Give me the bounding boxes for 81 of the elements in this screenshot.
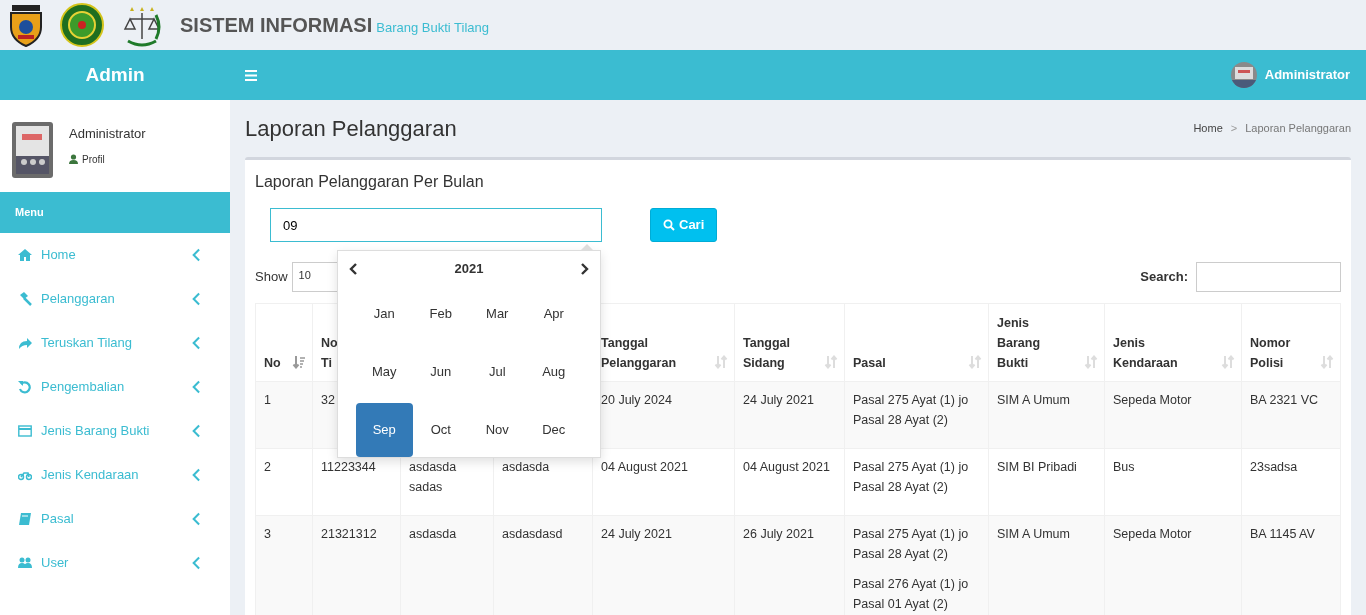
month-option[interactable]: Mar [469,287,526,341]
table-cell: SIM BI Pribadi [997,460,1077,474]
column-header[interactable]: No Ti [321,333,338,373]
table-cell: asdasdasd [502,527,563,541]
table-cell-text: Pasal 275 Ayat (1) jo Pasal 28 Ayat (2) [853,526,970,563]
profile-link[interactable]: Profil [82,151,105,167]
table-cell-text: Pasal 275 Ayat (1) jo Pasal 28 Ayat (2) [853,459,970,496]
month-option[interactable]: Oct [412,403,469,457]
home-icon [18,247,32,262]
column-header[interactable]: No [264,353,281,373]
table-cell: 32 [321,393,335,407]
table-cell: 26 July 2021 [743,527,814,541]
month-option[interactable]: Jun [412,345,469,399]
round-emblem-logo [60,3,104,47]
table-cell: 2 [264,460,271,474]
page-title: Laporan Pelanggaran [245,115,457,143]
month-option[interactable]: Nov [469,403,526,457]
card-title: Laporan Pelanggaran Per Bulan [255,172,485,192]
table-cell: 23sadsa [1250,460,1298,474]
table-cell: asdasda sadas [409,460,457,494]
app-title: SISTEM INFORMASI [180,13,373,38]
share-icon [18,335,32,350]
brand-title: Admin [84,62,146,87]
menu-icon[interactable] [245,69,257,81]
table-cell: 24 July 2021 [601,527,672,541]
search-label: Search: [1140,268,1188,287]
month-option[interactable]: Jan [356,287,413,341]
table-cell: 20 July 2024 [601,393,672,407]
search-field[interactable] [1196,262,1341,292]
book-icon [18,511,32,526]
table-cell: 3 [264,527,271,541]
month-option[interactable]: Jul [469,345,526,399]
sort-icon[interactable] [292,355,306,369]
year-label[interactable]: 2021 [454,259,484,279]
breadcrumb-current: Laporan Pelanggaran [1245,121,1351,137]
app-subtitle: Barang Bukti Tilang [376,19,489,37]
search-icon [663,219,675,231]
table-cell: 04 August 2021 [601,460,688,474]
sort-icon[interactable] [1221,355,1235,369]
month-option[interactable]: Dec [525,403,582,457]
profile-name: Administrator [69,125,146,143]
sort-icon[interactable] [1320,355,1334,369]
month-option[interactable]: Feb [412,287,469,341]
table-cell: Sepeda Motor [1113,527,1192,541]
table-cell: BA 1145 AV [1250,527,1315,541]
table-cell: Bus [1113,460,1135,474]
table-cell: 1 [264,393,271,407]
users-icon [18,555,32,570]
sort-icon[interactable] [714,355,728,369]
previous-icon[interactable] [348,263,358,275]
menu-header: Menu [0,192,230,233]
breadcrumb-separator: > [1230,121,1238,137]
table-cell: asdasda [502,460,550,474]
undo-icon [18,379,32,394]
user-icon [69,154,78,164]
month-option[interactable]: Sep [356,403,413,457]
card-icon [18,423,32,438]
table-cell: Sepeda Motor [1113,393,1192,407]
month-option[interactable]: Apr [525,287,582,341]
show-label: Show [255,268,288,287]
sort-icon[interactable] [968,355,982,369]
month-option[interactable]: Aug [525,345,582,399]
table-cell: SIM A Umum [997,527,1070,541]
table-cell: 24 July 2021 [743,393,814,407]
table-cell: 21321312 [321,527,377,541]
sort-icon[interactable] [824,355,838,369]
table-cell: 04 August 2021 [743,460,830,474]
table-cell-text: Pasal 276 Ayat (1) jo Pasal 01 Ayat (2) [853,576,970,613]
shield-logo [8,3,44,47]
table-cell: asdasda [409,527,457,541]
hammer-icon [18,291,32,306]
month-option[interactable]: May [356,345,413,399]
column-header[interactable]: Pasal [853,353,886,373]
month-field[interactable]: 09 [270,208,602,242]
table-cell: 11223344 [321,460,376,474]
sort-icon[interactable] [1084,355,1098,369]
breadcrumb-link[interactable]: Home [1193,120,1223,137]
table-cell-text: Pasal 275 Ayat (1) jo Pasal 28 Ayat (2) [853,392,970,429]
next-icon[interactable] [580,263,590,275]
table-cell: BA 2321 VC [1250,393,1319,407]
table-cell: SIM A Umum [997,393,1070,407]
